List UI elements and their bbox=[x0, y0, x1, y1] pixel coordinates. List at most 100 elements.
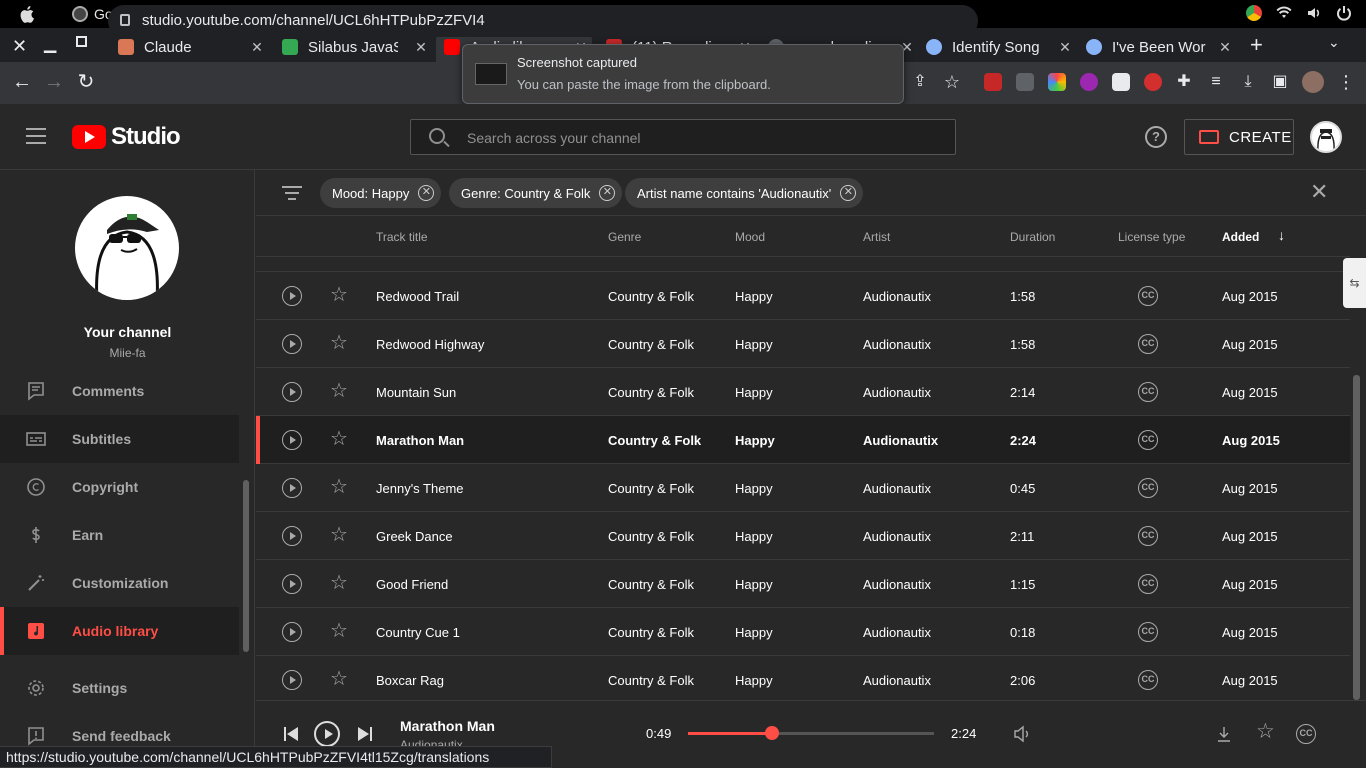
play-track-icon[interactable] bbox=[282, 574, 302, 594]
back-arrow-icon[interactable]: ← bbox=[10, 70, 34, 94]
tab-search-chevron-icon[interactable]: ⌄ bbox=[1328, 34, 1340, 51]
creative-commons-icon[interactable]: CC bbox=[1138, 430, 1158, 450]
column-duration[interactable]: Duration bbox=[1010, 230, 1055, 244]
cell-title[interactable]: Mountain Sun bbox=[376, 385, 456, 400]
sidebar-item-comments[interactable]: Comments bbox=[0, 367, 239, 415]
sidebar-item-subtitles[interactable]: Subtitles bbox=[0, 415, 239, 463]
side-panel-tab[interactable]: ⇆ bbox=[1343, 258, 1366, 308]
close-tab-icon[interactable]: ✕ bbox=[1218, 40, 1232, 54]
column-mood[interactable]: Mood bbox=[735, 230, 765, 244]
play-track-icon[interactable] bbox=[282, 382, 302, 402]
close-tab-icon[interactable]: ✕ bbox=[1058, 40, 1072, 54]
remove-chip-icon[interactable]: ✕ bbox=[599, 185, 616, 201]
sidebar-item-audio-library[interactable]: Audio library bbox=[0, 607, 239, 655]
creative-commons-icon[interactable]: CC bbox=[1138, 622, 1158, 642]
next-track-icon[interactable] bbox=[358, 727, 372, 741]
sort-down-arrow-icon[interactable]: ↓ bbox=[1278, 227, 1285, 243]
table-row[interactable]: ☆ Marathon Man Country & Folk Happy Audionau… bbox=[256, 416, 1350, 464]
progress-slider[interactable] bbox=[688, 726, 934, 740]
hamburger-menu-icon[interactable] bbox=[26, 128, 46, 144]
progress-knob[interactable] bbox=[764, 726, 779, 740]
extension-1-icon[interactable] bbox=[984, 73, 1002, 91]
account-avatar[interactable] bbox=[1310, 121, 1342, 153]
creative-commons-icon[interactable]: CC bbox=[1138, 574, 1158, 594]
volume-icon[interactable] bbox=[1012, 724, 1032, 744]
creative-commons-icon[interactable]: CC bbox=[1138, 478, 1158, 498]
column-genre[interactable]: Genre bbox=[608, 230, 641, 244]
play-track-icon[interactable] bbox=[282, 478, 302, 498]
content-scrollbar[interactable] bbox=[1353, 375, 1360, 700]
favorite-star-icon[interactable]: ☆ bbox=[330, 524, 348, 546]
favorite-star-icon[interactable]: ☆ bbox=[330, 428, 348, 450]
address-bar[interactable]: studio.youtube.com/channel/UCL6hHTPubPzZ… bbox=[108, 5, 978, 37]
sidebar-item-settings[interactable]: Settings bbox=[0, 664, 239, 712]
table-row[interactable]: ☆ Greek Dance Country & Folk Happy Audionaut… bbox=[256, 512, 1350, 560]
minimize-window-icon[interactable]: ▁ bbox=[44, 34, 56, 54]
sidebar-item-copyright[interactable]: Copyright bbox=[0, 463, 239, 511]
search-input[interactable]: Search across your channel bbox=[410, 119, 956, 155]
create-button[interactable]: CREATE bbox=[1184, 119, 1294, 155]
close-window-icon[interactable]: ✕ bbox=[12, 36, 27, 57]
restore-window-icon[interactable] bbox=[76, 36, 87, 47]
cell-artist[interactable]: Audionautix bbox=[863, 577, 931, 592]
cell-artist[interactable]: Audionautix bbox=[863, 673, 931, 688]
creative-commons-icon[interactable]: CC bbox=[1138, 670, 1158, 690]
lock-icon[interactable] bbox=[120, 14, 130, 26]
cell-title[interactable]: Country Cue 1 bbox=[376, 625, 460, 640]
browser-menu-icon[interactable]: ⋮ bbox=[1334, 70, 1358, 94]
cell-artist[interactable]: Audionautix bbox=[863, 337, 931, 352]
extension-6-icon[interactable] bbox=[1144, 73, 1162, 91]
favorite-star-icon[interactable]: ☆ bbox=[330, 668, 348, 690]
cell-title[interactable]: Good Friend bbox=[376, 577, 448, 592]
extension-2-icon[interactable] bbox=[1016, 73, 1034, 91]
creative-commons-icon[interactable]: CC bbox=[1138, 382, 1158, 402]
remove-chip-icon[interactable]: ✕ bbox=[418, 185, 435, 201]
cell-artist[interactable]: Audionautix bbox=[863, 385, 931, 400]
column-track-title[interactable]: Track title bbox=[376, 230, 428, 244]
favorite-star-icon[interactable]: ☆ bbox=[330, 332, 348, 354]
cell-title[interactable]: Redwood Highway bbox=[376, 337, 484, 352]
power-icon[interactable] bbox=[1336, 5, 1352, 21]
table-row[interactable] bbox=[256, 257, 1350, 272]
favorite-star-icon[interactable]: ☆ bbox=[330, 620, 348, 642]
side-panel-icon[interactable]: ▣ bbox=[1268, 70, 1292, 94]
play-track-icon[interactable] bbox=[282, 286, 302, 306]
cell-title[interactable]: Marathon Man bbox=[376, 433, 464, 448]
chrome-tray-icon[interactable] bbox=[1246, 5, 1262, 21]
filter-chip-genre[interactable]: Genre: Country & Folk ✕ bbox=[449, 178, 623, 208]
favorite-star-icon[interactable]: ☆ bbox=[330, 572, 348, 594]
previous-track-icon[interactable] bbox=[284, 727, 298, 741]
cell-title[interactable]: Redwood Trail bbox=[376, 289, 459, 304]
play-pause-button[interactable] bbox=[314, 721, 340, 747]
play-track-icon[interactable] bbox=[282, 334, 302, 354]
table-row[interactable]: ☆ Boxcar Rag Country & Folk Happy Audionauti… bbox=[256, 656, 1350, 696]
volume-icon[interactable] bbox=[1306, 5, 1322, 21]
cell-artist[interactable]: Audionautix bbox=[863, 289, 931, 304]
channel-avatar[interactable] bbox=[75, 196, 179, 300]
media-control-icon[interactable]: ≡ bbox=[1204, 70, 1228, 94]
bookmark-star-icon[interactable]: ☆ bbox=[940, 70, 964, 94]
favorite-star-icon[interactable]: ☆ bbox=[330, 284, 348, 306]
profile-avatar-icon[interactable] bbox=[1302, 71, 1324, 93]
cell-title[interactable]: Jenny's Theme bbox=[376, 481, 464, 496]
reload-icon[interactable]: ↻ bbox=[74, 70, 98, 94]
play-track-icon[interactable] bbox=[282, 526, 302, 546]
cell-artist[interactable]: Audionautix bbox=[863, 481, 931, 496]
extensions-puzzle-icon[interactable]: ✚ bbox=[1172, 70, 1196, 94]
creative-commons-icon[interactable]: CC bbox=[1296, 724, 1316, 744]
cell-title[interactable]: Boxcar Rag bbox=[376, 673, 444, 688]
share-icon[interactable]: ⇪ bbox=[908, 70, 932, 94]
color-picker-extension-icon[interactable] bbox=[1048, 73, 1066, 91]
url-text[interactable]: studio.youtube.com/channel/UCL6hHTPubPzZ… bbox=[142, 12, 485, 29]
filter-chip-mood[interactable]: Mood: Happy ✕ bbox=[320, 178, 442, 208]
play-track-icon[interactable] bbox=[282, 430, 302, 450]
favorite-star-icon[interactable]: ☆ bbox=[330, 380, 348, 402]
play-track-icon[interactable] bbox=[282, 670, 302, 690]
column-artist[interactable]: Artist bbox=[863, 230, 890, 244]
play-track-icon[interactable] bbox=[282, 622, 302, 642]
cell-title[interactable]: Greek Dance bbox=[376, 529, 453, 544]
creative-commons-icon[interactable]: CC bbox=[1138, 334, 1158, 354]
remove-chip-icon[interactable]: ✕ bbox=[840, 185, 857, 201]
wifi-icon[interactable] bbox=[1276, 5, 1292, 21]
column-added[interactable]: Added bbox=[1222, 230, 1259, 244]
